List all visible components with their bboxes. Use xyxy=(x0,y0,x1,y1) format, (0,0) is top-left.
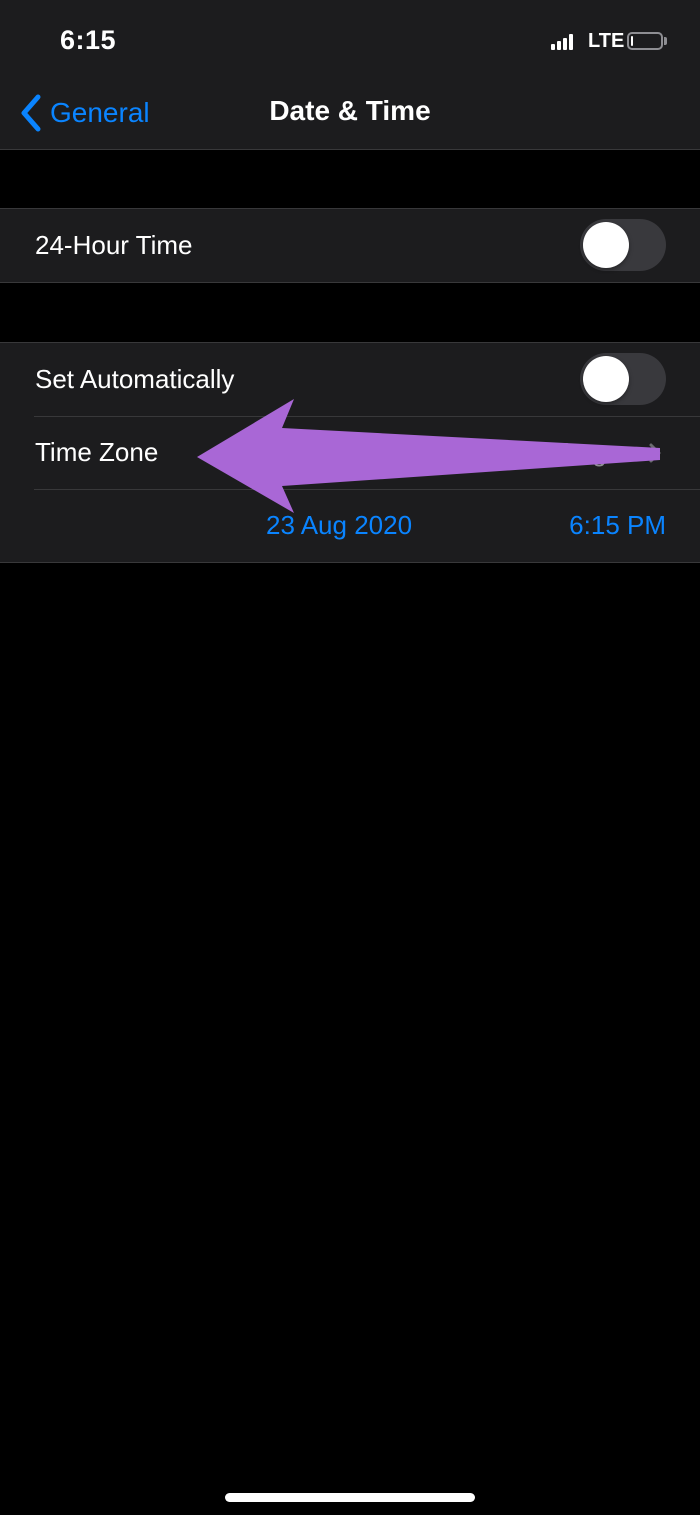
time-zone-value: Lagos xyxy=(563,437,634,467)
chevron-right-icon xyxy=(649,443,661,463)
row-date-time-value: 23 Aug 2020 6:15 PM xyxy=(0,489,700,562)
row-label-24-hour-time: 24-Hour Time xyxy=(35,230,193,260)
toggle-set-automatically[interactable] xyxy=(580,353,666,405)
row-24-hour-time: 24-Hour Time xyxy=(0,209,700,282)
battery-icon xyxy=(627,32,663,50)
row-label-time-zone: Time Zone xyxy=(35,437,159,467)
status-time: 6:15 xyxy=(60,25,117,55)
home-indicator[interactable] xyxy=(225,1493,475,1502)
settings-group-date-time: Set Automatically Time Zone Lagos 23 Aug… xyxy=(0,342,700,563)
network-type-label: LTE xyxy=(588,30,625,52)
status-bar: 6:15 LTE xyxy=(0,0,700,80)
toggle-knob xyxy=(583,222,629,268)
row-set-automatically: Set Automatically xyxy=(0,343,700,416)
navigation-bar: General Date & Time xyxy=(0,80,700,150)
signal-strength-icon xyxy=(551,34,575,50)
page-title: Date & Time xyxy=(269,95,431,126)
date-value[interactable]: 23 Aug 2020 xyxy=(266,510,412,541)
battery-level xyxy=(631,36,633,46)
row-time-zone[interactable]: Time Zone Lagos xyxy=(0,416,700,489)
toggle-knob xyxy=(583,356,629,402)
toggle-24-hour-time[interactable] xyxy=(580,219,666,271)
time-value[interactable]: 6:15 PM xyxy=(569,510,666,541)
row-label-set-automatically: Set Automatically xyxy=(35,364,235,394)
battery-cap xyxy=(664,37,667,45)
settings-group-time-format: 24-Hour Time xyxy=(0,208,700,283)
